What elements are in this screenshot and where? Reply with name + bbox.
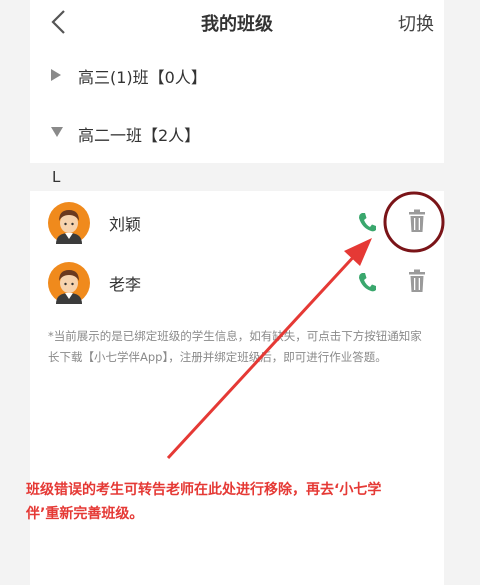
student-row: 老李 <box>30 253 444 313</box>
annotation-text: 班级错误的考生可转告老师在此处进行移除，再去‘小七学伴’重新完善班级。 <box>26 482 382 522</box>
switch-button[interactable]: 切换 <box>398 10 434 36</box>
caret-down-icon <box>51 127 63 137</box>
caret-right-icon <box>51 69 61 81</box>
class-label: 高三(1)班【0人】 <box>78 68 207 87</box>
trash-icon[interactable] <box>408 269 426 293</box>
group-letter: L <box>52 168 61 186</box>
student-name: 老李 <box>109 275 142 294</box>
nav-header: 我的班级 切换 <box>30 0 444 44</box>
student-row: 刘颖 <box>30 193 444 253</box>
student-name: 刘颖 <box>109 215 142 234</box>
group-divider <box>30 163 444 191</box>
student-avatar-icon <box>48 202 90 244</box>
page-title: 我的班级 <box>201 14 273 35</box>
student-avatar-icon <box>48 262 90 304</box>
binding-notice-text: *当前展示的是已绑定班级的学生信息，如有缺失，可点击下方按钮通知家长下载【小七学… <box>48 329 422 364</box>
phone-icon[interactable] <box>357 211 377 233</box>
phone-icon[interactable] <box>357 271 377 293</box>
class-label: 高二一班【2人】 <box>78 126 201 145</box>
class-item-senior3-1[interactable]: 高三(1)班【0人】 <box>30 50 444 102</box>
trash-icon[interactable] <box>408 209 426 233</box>
class-item-senior2-1[interactable]: 高二一班【2人】 <box>30 108 444 160</box>
